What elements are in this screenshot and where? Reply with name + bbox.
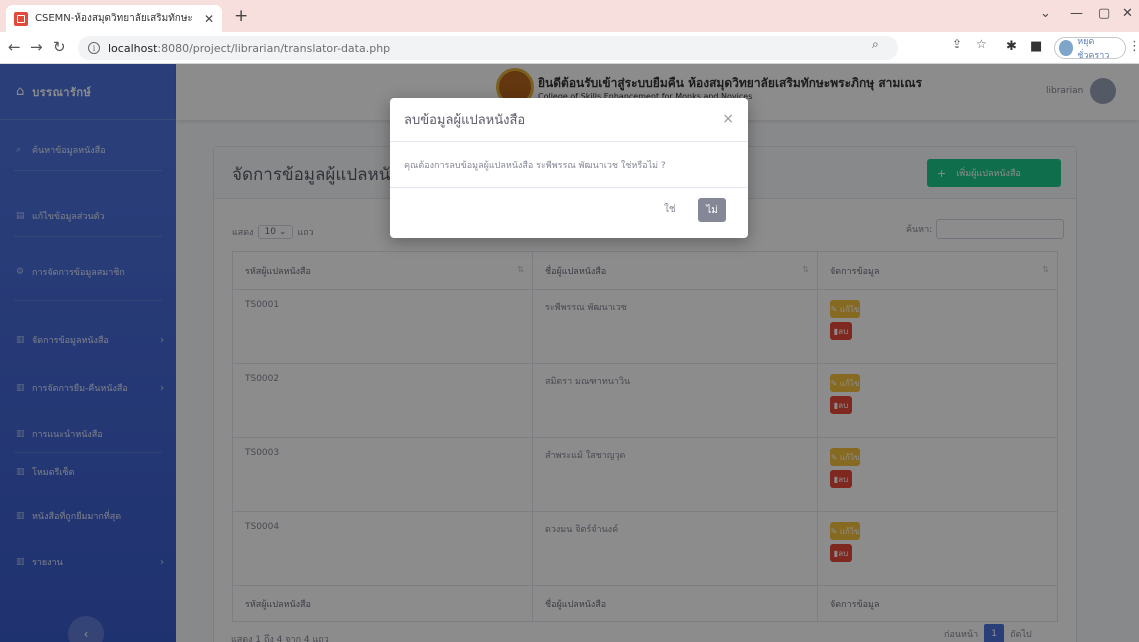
- new-tab-icon[interactable]: +: [234, 6, 248, 26]
- back-icon[interactable]: ←: [8, 38, 21, 56]
- modal-header: ลบข้อมูลผู้แปลหนังสือ ×: [390, 98, 748, 142]
- tab-title: CSEMN-ห้องสมุดวิทยาลัยเสริมทักษะ: [35, 13, 193, 24]
- url-path: :8080/project/librarian/translator-data.…: [157, 41, 391, 55]
- close-tab-icon[interactable]: ✕: [204, 12, 214, 26]
- share-icon[interactable]: ⇪: [952, 37, 962, 51]
- favicon-icon: [14, 11, 28, 26]
- confirm-no-button[interactable]: ไม่: [698, 198, 726, 222]
- modal-body: คุณต้องการลบข้อมูลผู้แปลหนังสือ ระพีพรรณ…: [390, 142, 748, 188]
- browser-toolbar: ← → ↻ i localhost :8080/project/libraria…: [0, 32, 1139, 64]
- close-window-icon[interactable]: ✕: [1122, 6, 1133, 21]
- confirm-yes-button[interactable]: ใช่: [664, 202, 676, 217]
- reload-icon[interactable]: ↻: [53, 38, 66, 56]
- modal-title: ลบข้อมูลผู้แปลหนังสือ: [404, 113, 526, 128]
- info-icon[interactable]: i: [88, 42, 100, 54]
- zoom-icon[interactable]: ⌕: [872, 37, 879, 52]
- modal-footer: ใช่ ไม่: [390, 188, 748, 238]
- extensions-icon[interactable]: ✱: [1006, 39, 1017, 54]
- browser-tab[interactable]: CSEMN-ห้องสมุดวิทยาลัยเสริมทักษะ ✕: [6, 5, 222, 32]
- forward-icon[interactable]: →: [30, 38, 43, 56]
- profile-avatar: [1059, 40, 1074, 56]
- delete-confirm-modal: ลบข้อมูลผู้แปลหนังสือ × คุณต้องการลบข้อม…: [390, 98, 748, 238]
- browser-menu-icon[interactable]: ⋮: [1128, 39, 1139, 54]
- profile-name: หยุดชั่วคราว: [1077, 37, 1110, 61]
- sidepanel-icon[interactable]: ■: [1030, 39, 1042, 54]
- url-host: localhost: [108, 41, 158, 55]
- tab-search-icon[interactable]: ⌄: [1040, 6, 1051, 21]
- browser-tabbar: CSEMN-ห้องสมุดวิทยาลัยเสริมทักษะ ✕ + ⌄ —…: [0, 0, 1139, 32]
- minimize-icon[interactable]: —: [1070, 6, 1083, 21]
- bookmark-star-icon[interactable]: ☆: [976, 37, 987, 51]
- close-icon[interactable]: ×: [722, 111, 734, 127]
- profile-button[interactable]: หยุดชั่วคราว: [1054, 37, 1126, 61]
- maximize-icon[interactable]: ▢: [1098, 6, 1110, 21]
- address-bar[interactable]: i localhost :8080/project/librarian/tran…: [78, 36, 898, 60]
